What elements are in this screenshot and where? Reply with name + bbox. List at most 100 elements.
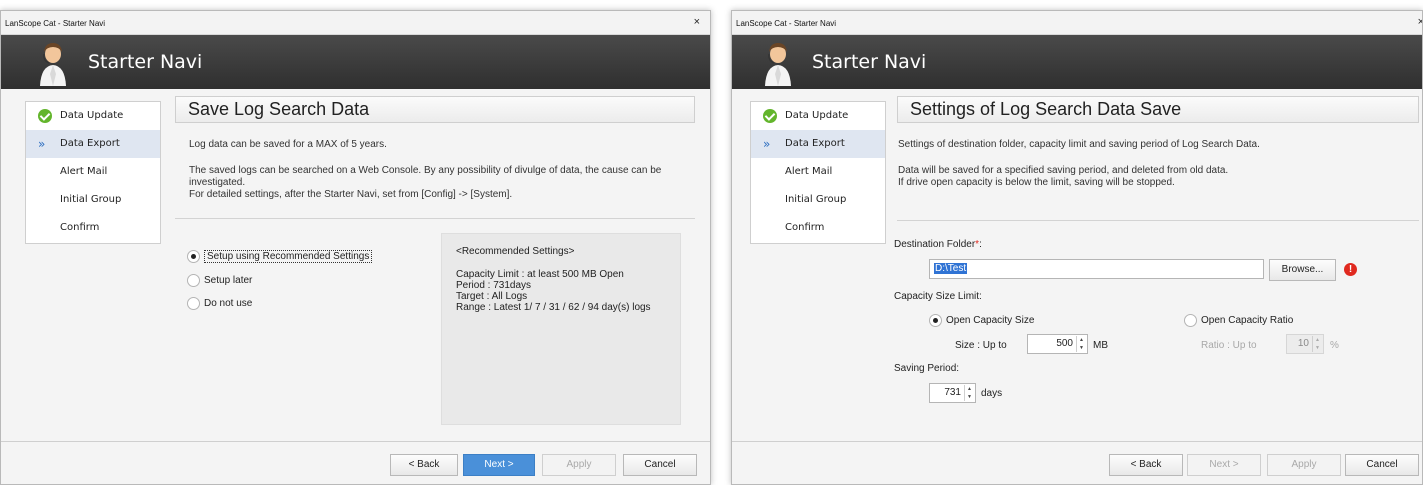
chevron-right-icon: » bbox=[38, 137, 46, 151]
recommended-period: Period : 731days bbox=[456, 280, 532, 291]
starter-navi-window-left: LanScope Cat - Starter Navi × Starter Na… bbox=[0, 10, 711, 485]
divider bbox=[175, 218, 695, 219]
nav-item-data-update[interactable]: Data Update bbox=[751, 102, 885, 130]
stepper-arrows-icon[interactable]: ▲ ▼ bbox=[1076, 336, 1086, 352]
nav-item-label: Alert Mail bbox=[785, 166, 833, 177]
next-button[interactable]: Next > bbox=[1187, 454, 1261, 476]
radio-dot bbox=[1184, 314, 1197, 327]
footer-divider bbox=[1, 441, 710, 442]
page-title: Save Log Search Data bbox=[175, 96, 695, 123]
label-colon: : bbox=[979, 239, 982, 250]
window-title: LanScope Cat - Starter Navi bbox=[5, 19, 106, 28]
recommended-capacity: Capacity Limit : at least 500 MB Open bbox=[456, 269, 624, 280]
apply-button[interactable]: Apply bbox=[1267, 454, 1341, 476]
close-icon[interactable]: × bbox=[1418, 16, 1422, 28]
nav-item-label: Initial Group bbox=[785, 194, 847, 205]
radio-dot bbox=[187, 297, 200, 310]
nav-item-label: Confirm bbox=[785, 222, 825, 233]
description-web-console: The saved logs can be searched on a Web … bbox=[189, 165, 662, 188]
radio-open-capacity-ratio[interactable]: Open Capacity Ratio bbox=[1184, 314, 1293, 327]
radio-label: Setup later bbox=[204, 275, 253, 286]
nav-item-alert-mail[interactable]: Alert Mail bbox=[751, 158, 885, 186]
nav-item-data-update[interactable]: Data Update bbox=[26, 102, 160, 130]
radio-label: Do not use bbox=[204, 298, 253, 309]
radio-setup-later[interactable]: Setup later bbox=[187, 274, 252, 287]
title-bar: LanScope Cat - Starter Navi × bbox=[1, 11, 710, 35]
saving-period-stepper[interactable]: 731 ▲ ▼ bbox=[929, 383, 976, 403]
recommended-heading: <Recommended Settings> bbox=[456, 246, 575, 257]
check-circle-icon bbox=[38, 109, 52, 123]
nav-item-alert-mail[interactable]: Alert Mail bbox=[26, 158, 160, 186]
saving-period-unit: days bbox=[981, 388, 1003, 399]
nav-item-label: Alert Mail bbox=[60, 166, 108, 177]
radio-open-capacity-size[interactable]: Open Capacity Size bbox=[929, 314, 1034, 327]
nav-item-label: Data Export bbox=[60, 138, 120, 149]
step-navigation: Data Update » Data Export Alert Mail Ini… bbox=[25, 101, 161, 244]
nav-item-initial-group[interactable]: Initial Group bbox=[26, 186, 160, 214]
back-button[interactable]: < Back bbox=[390, 454, 458, 476]
window-title: LanScope Cat - Starter Navi bbox=[736, 19, 837, 28]
nav-item-label: Initial Group bbox=[60, 194, 122, 205]
destination-folder-input[interactable]: D:\Test bbox=[929, 259, 1264, 279]
radio-do-not-use[interactable]: Do not use bbox=[187, 297, 252, 310]
destination-folder-label: Destination Folder*: bbox=[894, 239, 982, 250]
radio-label: Open Capacity Ratio bbox=[1201, 315, 1294, 326]
description-settings: Settings of destination folder, capacity… bbox=[898, 139, 1260, 150]
step-navigation: Data Update » Data Export Alert Mail Ini… bbox=[750, 101, 886, 244]
nav-item-label: Confirm bbox=[60, 222, 100, 233]
size-unit: MB bbox=[1093, 340, 1108, 351]
size-value: 500 bbox=[1056, 338, 1073, 349]
nav-item-label: Data Update bbox=[60, 110, 124, 121]
nav-item-data-export[interactable]: » Data Export bbox=[26, 130, 160, 158]
header-banner: Starter Navi bbox=[732, 35, 1422, 89]
check-circle-icon bbox=[763, 109, 777, 123]
browse-button[interactable]: Browse... bbox=[1269, 259, 1336, 281]
nav-item-label: Data Export bbox=[785, 138, 845, 149]
starter-navi-window-right: LanScope Cat - Starter Navi × Starter Na… bbox=[731, 10, 1423, 485]
saving-period-label: Saving Period: bbox=[894, 363, 960, 374]
app-brand: Starter Navi bbox=[88, 51, 203, 73]
operator-avatar-icon bbox=[40, 43, 66, 86]
radio-dot-selected bbox=[187, 250, 200, 263]
divider bbox=[897, 220, 1419, 221]
nav-item-confirm[interactable]: Confirm bbox=[26, 214, 160, 242]
radio-label: Open Capacity Size bbox=[946, 315, 1035, 326]
radio-setup-recommended[interactable]: Setup using Recommended Settings bbox=[187, 250, 373, 263]
description-max-years: Log data can be saved for a MAX of 5 yea… bbox=[189, 139, 387, 150]
destination-folder-value: D:\Test bbox=[934, 263, 968, 274]
nav-item-confirm[interactable]: Confirm bbox=[751, 214, 885, 242]
page-title: Settings of Log Search Data Save bbox=[897, 96, 1419, 123]
capacity-size-limit-label: Capacity Size Limit: bbox=[894, 291, 982, 302]
next-button[interactable]: Next > bbox=[463, 454, 535, 476]
stepper-arrows-icon[interactable]: ▲ ▼ bbox=[964, 385, 974, 401]
stepper-arrows-icon[interactable]: ▲ ▼ bbox=[1312, 336, 1322, 352]
recommended-target: Target : All Logs bbox=[456, 291, 528, 302]
footer-divider bbox=[732, 441, 1422, 442]
apply-button[interactable]: Apply bbox=[542, 454, 616, 476]
ratio-up-to-label: Ratio : Up to bbox=[1201, 340, 1257, 351]
description-detailed-settings: For detailed settings, after the Starter… bbox=[189, 189, 513, 200]
size-up-to-label: Size : Up to bbox=[955, 340, 1007, 351]
size-stepper[interactable]: 500 ▲ ▼ bbox=[1027, 334, 1088, 354]
back-button[interactable]: < Back bbox=[1109, 454, 1183, 476]
radio-dot bbox=[187, 274, 200, 287]
ratio-unit: % bbox=[1330, 340, 1339, 351]
operator-avatar-icon bbox=[765, 43, 791, 86]
error-icon: ! bbox=[1344, 263, 1357, 276]
recommended-range: Range : Latest 1/ 7 / 31 / 62 / 94 day(s… bbox=[456, 302, 651, 313]
header-banner: Starter Navi bbox=[1, 35, 710, 89]
nav-item-label: Data Update bbox=[785, 110, 849, 121]
destination-folder-label-text: Destination Folder bbox=[894, 239, 976, 250]
ratio-stepper[interactable]: 10 ▲ ▼ bbox=[1286, 334, 1324, 354]
saving-period-value: 731 bbox=[944, 387, 961, 398]
title-bar: LanScope Cat - Starter Navi × bbox=[732, 11, 1422, 35]
chevron-right-icon: » bbox=[763, 137, 771, 151]
cancel-button[interactable]: Cancel bbox=[1345, 454, 1419, 476]
nav-item-data-export[interactable]: » Data Export bbox=[751, 130, 885, 158]
app-brand: Starter Navi bbox=[812, 51, 927, 73]
recommended-settings-panel: <Recommended Settings> Capacity Limit : … bbox=[441, 233, 681, 425]
nav-item-initial-group[interactable]: Initial Group bbox=[751, 186, 885, 214]
close-icon[interactable]: × bbox=[694, 16, 700, 28]
cancel-button[interactable]: Cancel bbox=[623, 454, 697, 476]
description-capacity-stop: If drive open capacity is below the limi… bbox=[898, 177, 1175, 188]
